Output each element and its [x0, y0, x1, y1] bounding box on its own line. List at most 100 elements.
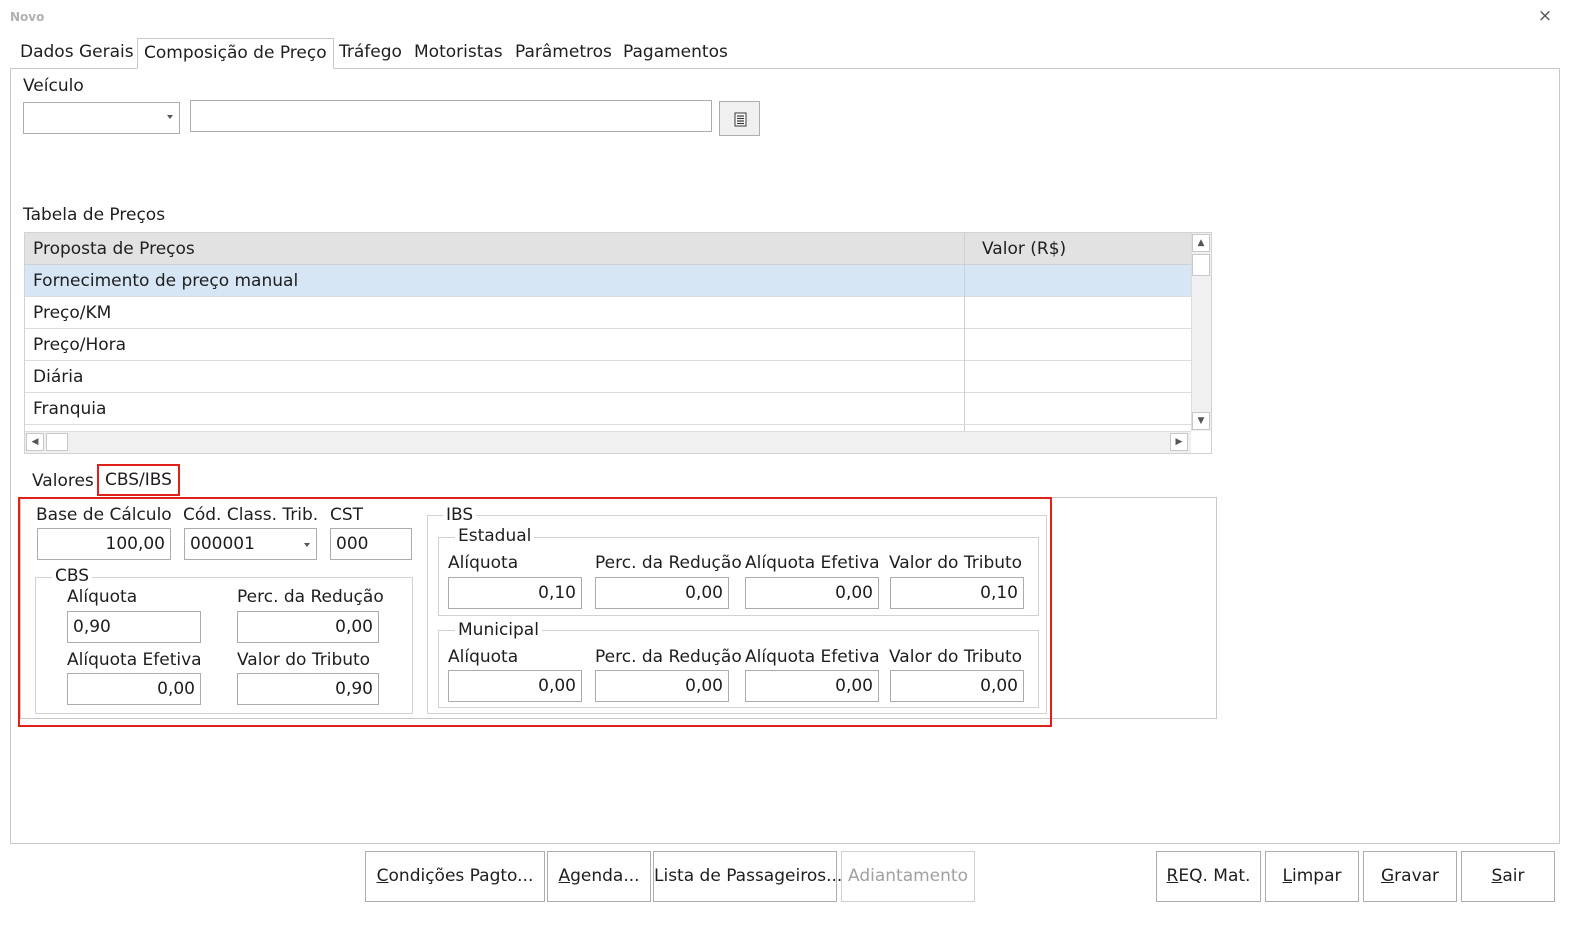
base-calculo-label: Base de Cálculo [36, 505, 172, 525]
cbs-perc-reducao-input[interactable]: 0,00 [237, 611, 379, 643]
column-header-proposta[interactable]: Proposta de Preços [25, 233, 964, 265]
agenda-button[interactable]: Agenda... [547, 851, 651, 902]
row-valor-cell[interactable] [965, 361, 973, 393]
button-mnemonic: L [1282, 866, 1292, 886]
row-proposta-cell: Preço/Hora [33, 335, 127, 355]
scroll-left-icon[interactable]: ◀ [26, 433, 44, 451]
tab-parametros[interactable]: Parâmetros [509, 38, 618, 69]
cbs-aliquota-input[interactable]: 0,90 [67, 611, 201, 643]
cst-label: CST [330, 505, 364, 525]
municipal-perc-reducao-input[interactable]: 0,00 [595, 670, 729, 702]
scroll-thumb[interactable] [1192, 254, 1210, 276]
cod-class-trib-combo[interactable]: 000001 [184, 528, 317, 560]
estadual-perc-reducao-label: Perc. da Redução [595, 553, 742, 573]
list-icon [734, 112, 747, 127]
tab-dados-gerais[interactable]: Dados Gerais [14, 38, 140, 69]
chevron-down-icon [304, 543, 310, 547]
sair-button[interactable]: Sair [1461, 851, 1555, 902]
municipal-aliquota-efetiva-input[interactable]: 0,00 [745, 670, 879, 702]
veiculo-description-input[interactable] [190, 100, 712, 132]
estadual-perc-reducao-input[interactable]: 0,00 [595, 577, 729, 609]
veiculo-label: Veículo [23, 76, 84, 96]
price-table[interactable]: Proposta de Preços Valor (R$) Fornecimen… [24, 232, 1212, 454]
tab-pagamentos[interactable]: Pagamentos [617, 38, 734, 69]
scroll-up-icon[interactable]: ▲ [1192, 234, 1210, 252]
table-row[interactable]: Preço/Hora [25, 329, 1191, 361]
cbs-valor-tributo-label: Valor do Tributo [237, 650, 371, 670]
row-proposta-cell: Franquia [33, 399, 107, 419]
cbs-aliquota-label: Alíquota [67, 587, 138, 607]
button-label: ondições Pagto... [388, 866, 534, 886]
municipal-valor-tributo-input[interactable]: 0,00 [890, 670, 1024, 702]
tab-trafego[interactable]: Tráfego [333, 38, 408, 69]
button-mnemonic: C [376, 866, 389, 886]
table-row[interactable]: Diária [25, 361, 1191, 393]
tabela-precos-label: Tabela de Preços [23, 205, 166, 225]
tab-composicao-de-preco[interactable]: Composição de Preço [137, 38, 334, 69]
tab-motoristas[interactable]: Motoristas [408, 38, 509, 69]
ibs-estadual-title: Estadual [455, 526, 535, 546]
button-mnemonic: S [1491, 866, 1503, 886]
button-label: ravar [1394, 866, 1440, 886]
row-valor-cell[interactable] [965, 393, 973, 425]
ibs-group-title: IBS [443, 505, 477, 525]
condicoes-pagto-button[interactable]: Condições Pagto... [365, 851, 545, 902]
municipal-perc-reducao-label: Perc. da Redução [595, 647, 742, 667]
cbs-aliquota-efetiva-input[interactable]: 0,00 [67, 673, 201, 705]
estadual-aliquota-input[interactable]: 0,10 [448, 577, 582, 609]
gravar-button[interactable]: Gravar [1363, 851, 1457, 902]
cst-input[interactable]: 000 [330, 528, 412, 560]
button-mnemonic: G [1380, 866, 1395, 886]
municipal-aliquota-input[interactable]: 0,00 [448, 670, 582, 702]
tab-page-composicao [10, 68, 1560, 844]
button-label: air [1502, 866, 1525, 886]
municipal-aliquota-efetiva-label: Alíquota Efetiva [745, 647, 880, 667]
vertical-scrollbar[interactable]: ▲ ▼ [1191, 233, 1211, 431]
lista-passageiros-button[interactable]: Lista de Passageiros... [653, 851, 842, 902]
municipal-valor-tributo-label: Valor do Tributo [889, 647, 1023, 667]
estadual-aliquota-efetiva-input[interactable]: 0,00 [745, 577, 879, 609]
row-proposta-cell: Preço/KM [33, 303, 112, 323]
veiculo-list-button[interactable] [719, 101, 760, 136]
base-calculo-input[interactable]: 100,00 [37, 528, 171, 560]
ibs-municipal-title: Municipal [455, 620, 542, 640]
cod-class-trib-label: Cód. Class. Trib. [183, 505, 319, 525]
req-mat-button[interactable]: REQ. Mat. [1156, 851, 1261, 902]
subtab-valores[interactable]: Valores [26, 468, 100, 496]
horizontal-scrollbar[interactable]: ◀ ▶ [25, 431, 1191, 453]
column-header-valor[interactable]: Valor (R$) [974, 233, 1191, 265]
column-divider [964, 233, 965, 431]
button-label: impar [1292, 866, 1342, 886]
close-icon[interactable]: × [1536, 6, 1554, 26]
cbs-group-title: CBS [52, 566, 93, 586]
row-valor-cell[interactable] [965, 329, 973, 361]
button-label: EQ. Mat. [1178, 866, 1251, 886]
table-row[interactable]: Franquia [25, 393, 1191, 425]
button-label: genda... [570, 866, 640, 886]
table-row[interactable]: Preço/KM [25, 297, 1191, 329]
row-valor-cell[interactable] [965, 265, 973, 297]
table-row[interactable]: Fornecimento de preço manual [25, 265, 1191, 297]
scroll-down-icon[interactable]: ▼ [1192, 412, 1210, 430]
estadual-aliquota-efetiva-label: Alíquota Efetiva [745, 553, 880, 573]
cbs-aliquota-efetiva-label: Alíquota Efetiva [67, 650, 202, 670]
row-proposta-cell: Fornecimento de preço manual [33, 271, 299, 291]
window-title: Novo [10, 10, 45, 24]
estadual-valor-tributo-label: Valor do Tributo [889, 553, 1023, 573]
cbs-perc-reducao-label: Perc. da Redução [237, 587, 384, 607]
estadual-aliquota-label: Alíquota [448, 553, 519, 573]
scroll-right-icon[interactable]: ▶ [1170, 433, 1188, 451]
button-mnemonic: A [558, 866, 571, 886]
estadual-valor-tributo-input[interactable]: 0,10 [890, 577, 1024, 609]
limpar-button[interactable]: Limpar [1265, 851, 1359, 902]
scroll-thumb-horizontal[interactable] [46, 433, 68, 451]
row-proposta-cell: Diária [33, 367, 84, 387]
row-valor-cell[interactable] [965, 297, 973, 329]
subtab-cbs-ibs[interactable]: CBS/IBS [97, 464, 180, 496]
table-header: Proposta de Preços Valor (R$) [25, 233, 1191, 265]
cbs-valor-tributo-input[interactable]: 0,90 [237, 673, 379, 705]
button-mnemonic: R [1166, 866, 1179, 886]
chevron-down-icon [167, 115, 173, 119]
veiculo-combo[interactable] [23, 102, 180, 134]
adiantamento-button[interactable]: Adiantamento [841, 851, 975, 902]
